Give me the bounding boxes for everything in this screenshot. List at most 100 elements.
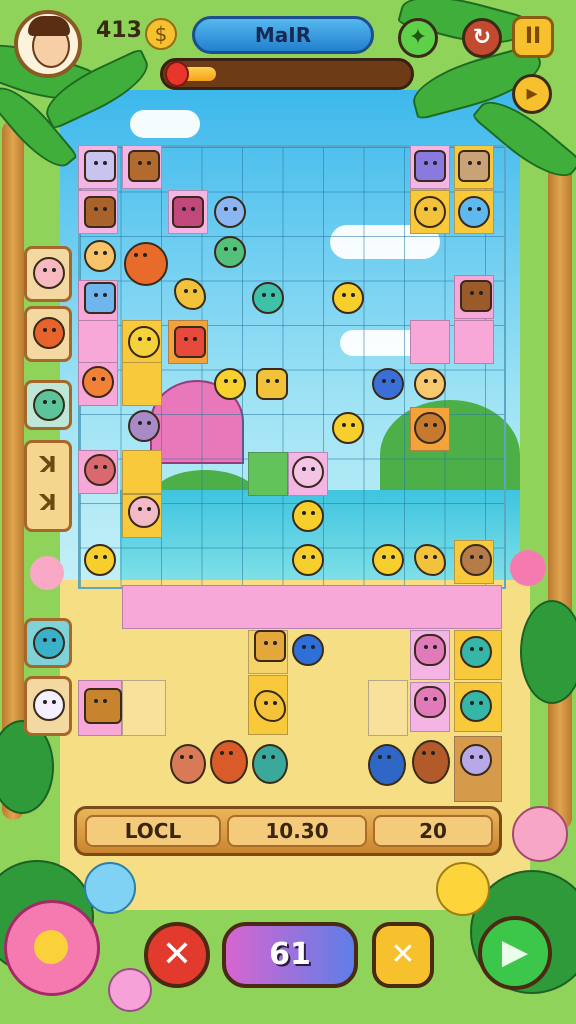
board-tile[interactable] bbox=[122, 362, 162, 406]
chick-piece[interactable] bbox=[292, 500, 324, 532]
pig-piece[interactable] bbox=[128, 496, 160, 528]
egg-piece[interactable] bbox=[292, 456, 324, 488]
flower-center bbox=[34, 930, 68, 964]
fish-piece[interactable] bbox=[252, 282, 284, 314]
player-avatar[interactable] bbox=[14, 10, 82, 78]
pink-flower-decoration bbox=[108, 968, 152, 1012]
shuffle-button[interactable]: ✕ bbox=[372, 922, 434, 988]
chick-piece[interactable] bbox=[84, 544, 116, 576]
side-slot-heart[interactable] bbox=[24, 380, 72, 430]
palm-trunk-right bbox=[548, 150, 572, 830]
bear-piece[interactable] bbox=[170, 744, 206, 784]
level-progress-bar bbox=[160, 58, 414, 90]
chick-piece[interactable] bbox=[214, 368, 246, 400]
squirrel-piece[interactable] bbox=[84, 240, 116, 272]
rooster-icon bbox=[33, 317, 65, 349]
owl-piece[interactable] bbox=[458, 150, 490, 182]
sparkle-icon[interactable]: ✦ bbox=[398, 18, 438, 58]
basket-piece[interactable] bbox=[254, 630, 286, 662]
bear-piece[interactable] bbox=[84, 454, 116, 486]
coin-count: 413 bbox=[96, 18, 142, 43]
chick-piece[interactable] bbox=[292, 544, 324, 576]
side-letter-tile: ꓘ bbox=[39, 453, 57, 478]
moves-value: 20 bbox=[373, 815, 493, 847]
fish-icon bbox=[33, 627, 65, 659]
bucket-piece[interactable] bbox=[84, 282, 116, 314]
chick-piece[interactable] bbox=[372, 544, 404, 576]
cross-icon: ✕ bbox=[161, 934, 193, 975]
pig-icon bbox=[33, 257, 65, 289]
level-info-bar: LOCL 10.30 20 bbox=[74, 806, 502, 856]
monkey-piece[interactable] bbox=[414, 412, 446, 444]
fish-piece[interactable] bbox=[460, 636, 492, 668]
play-icon: ▶ bbox=[501, 932, 529, 972]
board-tile[interactable] bbox=[78, 320, 118, 364]
basket-piece[interactable] bbox=[84, 688, 122, 724]
board-tile[interactable] bbox=[248, 452, 288, 496]
board-tile[interactable] bbox=[122, 680, 166, 736]
board-tile[interactable] bbox=[454, 320, 494, 364]
board-tile[interactable] bbox=[122, 450, 162, 494]
side-slot-cat[interactable] bbox=[24, 676, 72, 736]
chick-piece[interactable] bbox=[414, 368, 446, 400]
side-slot-bird[interactable] bbox=[24, 306, 72, 362]
pot-piece[interactable] bbox=[214, 196, 246, 228]
side-slot-fish[interactable] bbox=[24, 618, 72, 668]
level-title: MaIR bbox=[192, 16, 374, 54]
bird-piece[interactable] bbox=[292, 634, 324, 666]
fish-piece[interactable] bbox=[460, 690, 492, 722]
pause-icon[interactable]: II bbox=[512, 16, 554, 58]
score-value: 61 bbox=[269, 937, 311, 972]
score-display: 61 bbox=[222, 922, 358, 988]
cloud bbox=[130, 110, 200, 138]
chick-piece[interactable] bbox=[332, 412, 364, 444]
cup-piece[interactable] bbox=[84, 150, 116, 182]
pot-piece[interactable] bbox=[414, 150, 446, 182]
monkey-piece[interactable] bbox=[210, 740, 248, 784]
chest-piece[interactable] bbox=[172, 196, 204, 228]
lizard-piece[interactable] bbox=[252, 744, 288, 784]
jungle-bush bbox=[520, 600, 576, 704]
side-slot-pig[interactable] bbox=[24, 246, 72, 302]
cancel-button[interactable]: ✕ bbox=[144, 922, 210, 988]
chest-piece[interactable] bbox=[460, 280, 492, 312]
side-slot-letters[interactable]: ꓘ ꓘ bbox=[24, 440, 72, 532]
fox-character-piece[interactable] bbox=[124, 242, 168, 286]
cross-icon: ✕ bbox=[390, 937, 416, 972]
chick-piece[interactable] bbox=[332, 282, 364, 314]
cat-icon bbox=[33, 689, 65, 721]
coin-icon: $ bbox=[145, 18, 177, 50]
heart-icon bbox=[33, 389, 65, 421]
progress-knob bbox=[165, 61, 189, 87]
blue-flower-decoration bbox=[84, 862, 136, 914]
frog-piece[interactable] bbox=[214, 236, 246, 268]
monkey-piece[interactable] bbox=[460, 544, 492, 576]
bear-piece[interactable] bbox=[128, 326, 160, 358]
fox-piece[interactable] bbox=[82, 366, 114, 398]
shell-piece[interactable] bbox=[414, 634, 446, 666]
chest-piece[interactable] bbox=[84, 196, 116, 228]
shell-piece[interactable] bbox=[414, 686, 446, 718]
monkey-piece[interactable] bbox=[412, 740, 450, 784]
cat-piece[interactable] bbox=[128, 410, 160, 442]
pink-flower-decoration bbox=[30, 556, 64, 590]
chest-piece[interactable] bbox=[128, 150, 160, 182]
cat-piece[interactable] bbox=[174, 326, 206, 358]
bird-piece[interactable] bbox=[368, 744, 406, 786]
refresh-icon[interactable]: ↻ bbox=[462, 18, 502, 58]
tiki-piece[interactable] bbox=[256, 368, 288, 400]
pink-flower-decoration bbox=[512, 806, 568, 862]
avatar-hair bbox=[28, 16, 70, 36]
side-letter-tile: ꓘ bbox=[39, 491, 57, 516]
bird-piece[interactable] bbox=[414, 196, 446, 228]
bird-piece[interactable] bbox=[372, 368, 404, 400]
hat-piece[interactable] bbox=[458, 196, 490, 228]
pink-flower-decoration bbox=[510, 550, 546, 586]
play-button[interactable]: ▶ bbox=[478, 916, 552, 990]
palm-trunk-left bbox=[2, 120, 24, 820]
next-arrow-icon[interactable]: ▸ bbox=[512, 74, 552, 114]
cat-piece[interactable] bbox=[460, 744, 492, 776]
board-tile[interactable] bbox=[410, 320, 450, 364]
game-scene: ꓘ ꓘ 413 $ MaIR ✦ ↻ II ▸ LOCL 10.30 20 ✕ … bbox=[0, 0, 576, 1024]
board-tile[interactable] bbox=[368, 680, 408, 736]
